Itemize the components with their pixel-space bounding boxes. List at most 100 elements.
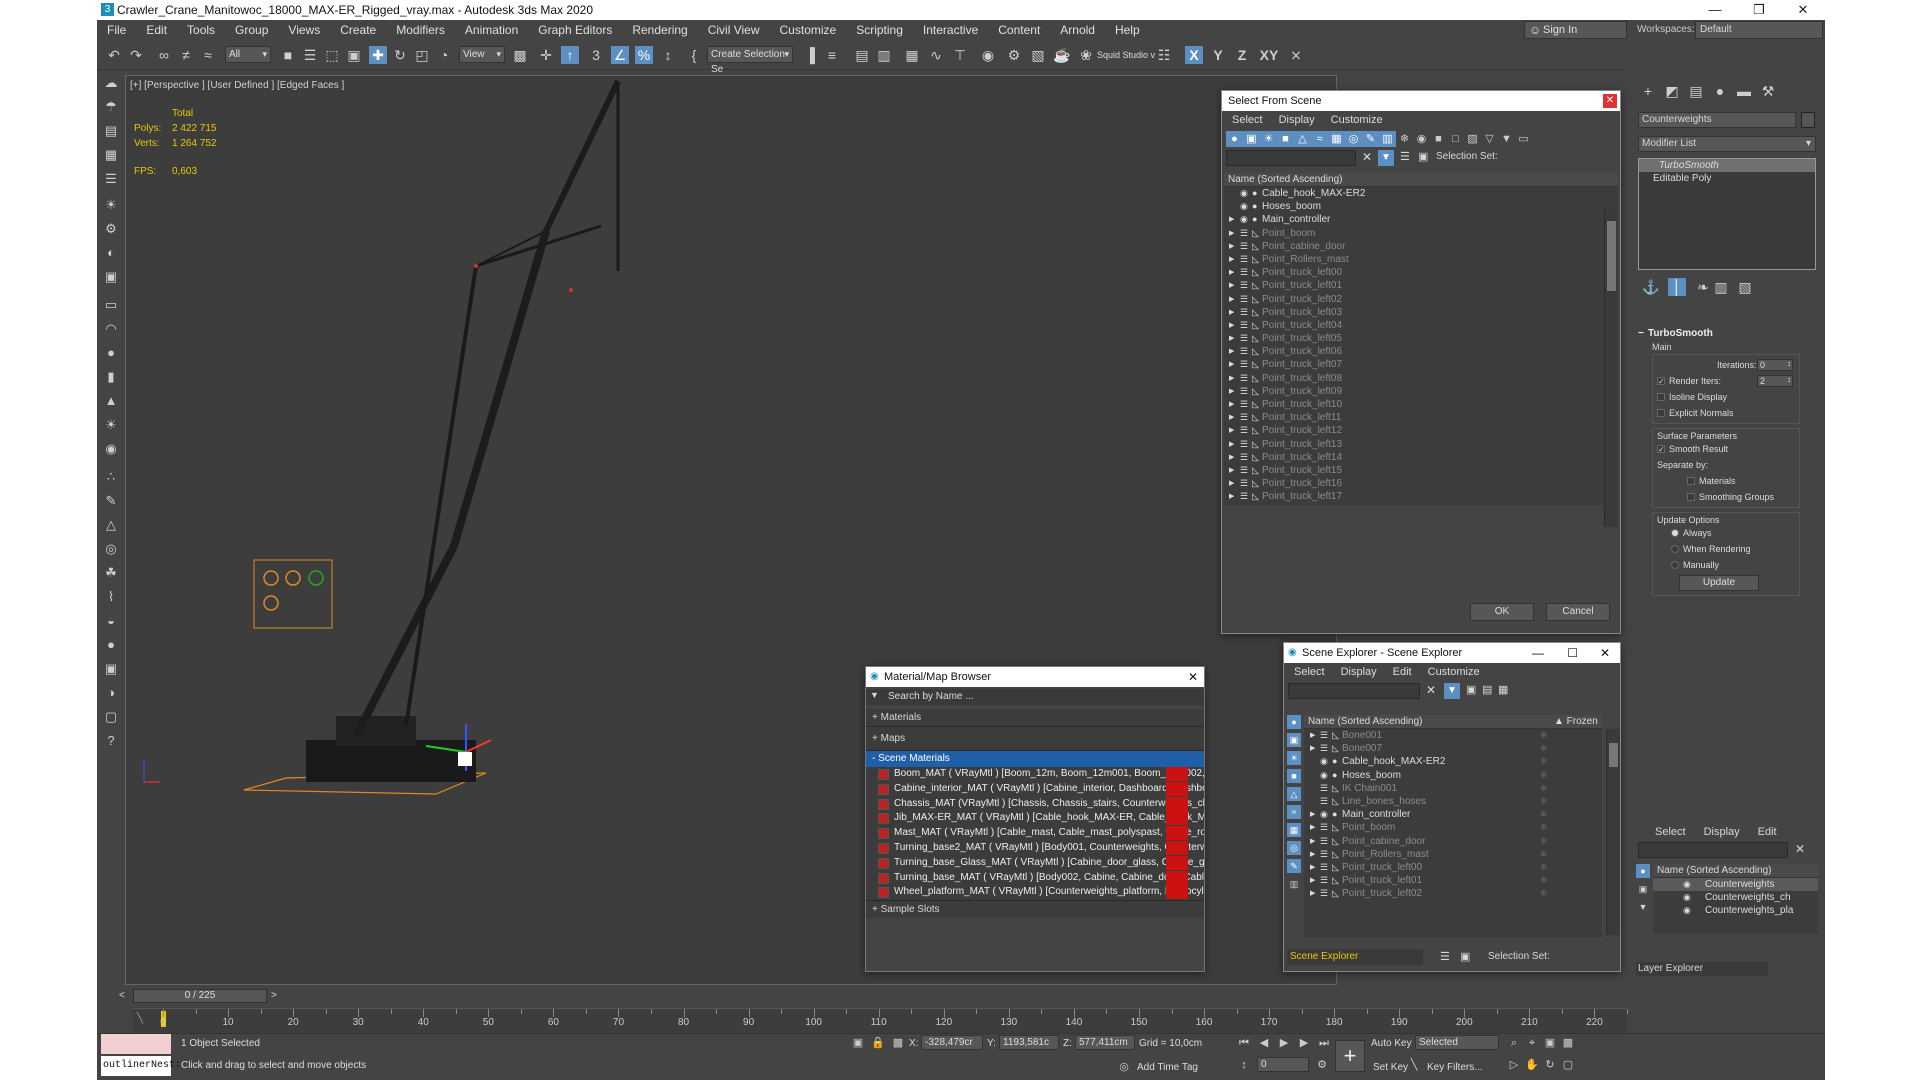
pencil-icon[interactable]: ✎	[102, 492, 120, 510]
crane-base[interactable]	[306, 740, 476, 782]
sfs-list-item[interactable]: ▶ ☰ ◺ Point_boom	[1224, 227, 1618, 240]
stack-item-editable-poly[interactable]: Editable Poly	[1639, 172, 1815, 185]
hierarchy-icon[interactable]: ▤	[1482, 683, 1492, 696]
sample-slots-group[interactable]: + Sample Slots	[866, 900, 1204, 919]
layer-icon[interactable]: ☰	[1240, 490, 1248, 503]
clear-search-icon[interactable]: ✕	[1426, 683, 1436, 697]
se-spacewarps-icon[interactable]: ≈	[1287, 805, 1301, 819]
modify-tab-icon[interactable]: ◩	[1661, 80, 1683, 102]
crane-boom-tip[interactable]	[543, 79, 621, 233]
expand-arrow-icon[interactable]: ▶	[1310, 835, 1315, 848]
eye-icon[interactable]: ◉	[1240, 187, 1248, 200]
sfs-list-item[interactable]: ▶ ☰ ◺ Point_Rollers_mast	[1224, 253, 1618, 266]
go-to-start-icon[interactable]: ⏮	[1237, 1036, 1251, 1050]
menu-scripting[interactable]: Scripting	[846, 23, 913, 37]
stack-item-turbosmooth[interactable]: TurboSmooth	[1639, 159, 1815, 172]
menu-content[interactable]: Content	[988, 23, 1050, 37]
squid-studio-icon[interactable]: ❀	[1077, 46, 1095, 64]
help-icon[interactable]: ?	[102, 732, 120, 750]
sfs-list-item[interactable]: ▶ ☰ ◺ Point_truck_left13	[1224, 438, 1618, 451]
menu-views[interactable]: Views	[278, 23, 330, 37]
object-name-field[interactable]: Counterweights	[1638, 112, 1796, 128]
expand-arrow-icon[interactable]: ▶	[1310, 729, 1315, 742]
layer-mode-icon[interactable]: ●	[1636, 864, 1650, 878]
selection-set-icon[interactable]: ▣	[1418, 150, 1428, 163]
sign-in-dropdown[interactable]: Sign In	[1524, 21, 1627, 39]
frozen-toggle-icon[interactable]: ❄	[1540, 887, 1548, 900]
frozen-toggle-icon[interactable]: ❄	[1540, 795, 1548, 808]
align-icon[interactable]: ≡	[823, 46, 841, 64]
controller-knob[interactable]	[308, 570, 324, 586]
display-spacewarps-icon[interactable]: ≈	[1311, 131, 1328, 147]
smooth-result-checkbox[interactable]: ✓	[1657, 445, 1665, 454]
systems-icon[interactable]: ▤	[102, 122, 120, 140]
menu-customize[interactable]: Customize	[770, 23, 847, 37]
crane-cab[interactable]	[336, 716, 416, 746]
camera-icon[interactable]: ▣	[102, 268, 120, 286]
se-containers-icon[interactable]: ▥	[1287, 877, 1301, 891]
eye-icon[interactable]: ◉	[1320, 769, 1328, 782]
menu-group[interactable]: Group	[225, 23, 278, 37]
render-iters-checkbox[interactable]: ✓	[1657, 377, 1665, 386]
explicit-normals-checkbox[interactable]	[1657, 409, 1665, 417]
particles-icon[interactable]: ∴	[102, 468, 120, 486]
window-crossing-icon[interactable]: ▣	[345, 46, 363, 64]
layer-icon[interactable]: ☰	[1240, 345, 1248, 358]
scroll-thumb[interactable]	[1607, 221, 1616, 291]
next-frame-arrow-icon[interactable]: >	[271, 990, 277, 1001]
sfs-list-item[interactable]: ▶ ☰ ◺ Point_truck_left03	[1224, 306, 1618, 319]
remove-modifier-icon[interactable]: ▥	[1712, 278, 1730, 296]
se-list-item[interactable]: ▶ ☰ ◺ Bone007 ❄	[1304, 742, 1602, 755]
crane-boom-mid[interactable]	[450, 229, 550, 548]
minimize-button[interactable]: —	[1693, 0, 1737, 20]
close-dialog-button[interactable]: ✕	[1603, 94, 1617, 108]
controller-knob[interactable]	[285, 570, 301, 586]
layer-row[interactable]: ◉ Counterweights_ch	[1653, 891, 1818, 904]
sync-icon[interactable]: ▦	[1498, 683, 1508, 696]
pivot-center-icon[interactable]: ▩	[511, 46, 529, 64]
layer-icon[interactable]: ☰	[1240, 398, 1248, 411]
expand-arrow-icon[interactable]: ▶	[1229, 398, 1234, 411]
select-object-icon[interactable]: ■	[279, 46, 297, 64]
scene-explorer-dropdown[interactable]: Scene Explorer	[1287, 949, 1423, 965]
sfs-list-item[interactable]: ▶ ◉ ● Main_controller	[1224, 213, 1618, 226]
eye-icon[interactable]: ◉	[1320, 808, 1328, 821]
make-unique-icon[interactable]: ❧	[1694, 278, 1712, 296]
pan-view-icon[interactable]: ✋	[1525, 1058, 1539, 1072]
key-selection-dropdown[interactable]: Selected	[1415, 1035, 1499, 1050]
table-icon[interactable]: ▦	[102, 146, 120, 164]
crane-boom-lower[interactable]	[352, 544, 458, 738]
axis-xy-button[interactable]: XY	[1257, 46, 1281, 64]
close-material-browser-button[interactable]: ✕	[1188, 667, 1198, 687]
menu-civil-view[interactable]: Civil View	[698, 23, 770, 37]
expand-arrow-icon[interactable]: ▶	[1229, 253, 1234, 266]
layer-icon[interactable]: ☰	[1240, 424, 1248, 437]
se-list-item[interactable]: ▶ ☰ ◺ Point_Rollers_mast ❄	[1304, 848, 1602, 861]
se-menu-display[interactable]: Display	[1341, 666, 1377, 678]
sfs-list-item[interactable]: ▶ ☰ ◺ Point_truck_left02	[1224, 293, 1618, 306]
gizmo-plane[interactable]	[458, 752, 472, 766]
menu-rendering[interactable]: Rendering	[622, 23, 697, 37]
scene-material-item[interactable]: Jib_MAX-ER_MAT ( VRayMtl ) [Cable_hook_M…	[866, 811, 1204, 827]
layer-icon[interactable]: ☰	[1240, 266, 1248, 279]
layer-icon[interactable]: ☰	[1320, 795, 1328, 808]
edit-named-selection-icon[interactable]: {	[685, 46, 703, 64]
expand-arrow-icon[interactable]: ▶	[1310, 861, 1315, 874]
display-tab-icon[interactable]: ▬	[1733, 80, 1755, 102]
scene-material-item[interactable]: Wheel_platform_MAT ( VRayMtl ) [Counterw…	[866, 885, 1204, 901]
z-coord-field[interactable]: 577,411cm	[1075, 1035, 1135, 1050]
se-frozen-column[interactable]: ▲ Frozen	[1554, 715, 1598, 729]
layer-icon[interactable]: ☰	[1240, 279, 1248, 292]
eye-icon[interactable]: ◉	[1683, 891, 1691, 904]
zoom-all-icon[interactable]: ⌖	[1525, 1036, 1539, 1050]
reference-coordinate-dropdown[interactable]: View	[459, 46, 505, 63]
bones-icon[interactable]: △	[102, 516, 120, 534]
expand-arrow-icon[interactable]: ▶	[1229, 279, 1234, 292]
curve-editor-mini-icon[interactable]: ╲	[137, 1013, 143, 1024]
color-sphere-icon[interactable]: ◑	[102, 684, 120, 702]
materials-checkbox[interactable]	[1687, 477, 1695, 485]
prev-frame-arrow-icon[interactable]: <	[119, 990, 125, 1001]
sfs-list-item[interactable]: ▶ ☰ ◺ Point_truck_left09	[1224, 385, 1618, 398]
selection-set-icon[interactable]: ▣	[1460, 950, 1470, 963]
se-bones-icon[interactable]: ✎	[1287, 859, 1301, 873]
